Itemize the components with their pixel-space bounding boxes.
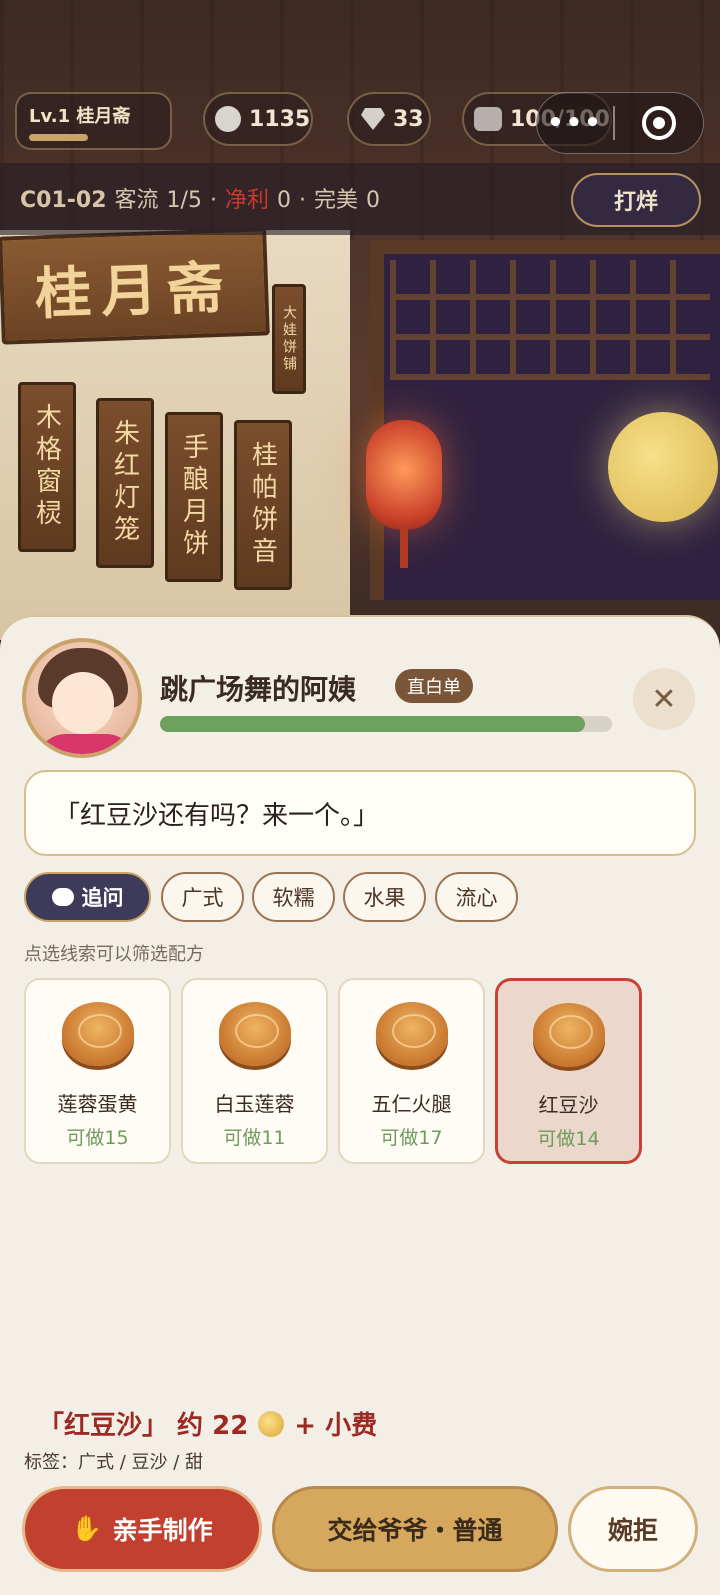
price-text: 「红豆沙」 约 22 [38,1411,249,1441]
patience-fill [160,716,585,732]
tip-text: + 小费 [294,1411,378,1441]
stage-code: C01-02 [20,188,107,213]
wall-plaque: 手酿月饼 [165,412,223,582]
miniprogram-capsule: ••• [536,92,704,154]
avatar-face [52,672,114,734]
recipe-card[interactable]: 五仁火腿 可做17 [338,978,485,1164]
shift-status: C01-02 客流 1/5 · 净利 0 · 完美 0 [20,182,380,214]
perfect-value: 0 [365,188,380,213]
coin-value: 1135 [249,106,311,132]
refuse-button[interactable]: 婉拒 [568,1486,698,1572]
customer-dialogue: 「红豆沙还有吗？来一个。」 [24,770,696,856]
profit-label: 净利 [224,188,269,213]
recipe-count: 可做17 [380,1127,443,1149]
customer-name: 跳广场舞的阿姨 [160,673,357,706]
wall-plaque: 木格窗棂 [18,382,76,552]
recipe-count: 可做15 [66,1127,129,1149]
order-price: 「红豆沙」 约 22 + 小费 [38,1405,377,1442]
moon [608,412,718,522]
coin-icon [215,106,241,132]
wall-plaque: 朱红灯笼 [96,398,154,568]
recipe-count: 可做11 [223,1127,286,1149]
wall-plaque: 桂帕饼音 [234,420,292,590]
give-to-grandpa-button[interactable]: 交给爷爷・普通 [272,1486,558,1572]
order-type-badge: 直白单 [395,669,473,703]
clue-chip[interactable]: 广式 [161,872,244,922]
mooncake-icon [532,1003,605,1067]
recipe-name: 白玉莲蓉 [214,1092,295,1116]
close-icon[interactable]: ✕ [633,668,695,730]
gold-coin-icon [258,1410,285,1437]
perfect-label: 完美 [313,188,358,213]
mooncake-icon [375,1002,448,1066]
recipe-name: 红豆沙 [538,1093,599,1117]
level-progress-bar [29,133,88,141]
close-shop-button[interactable]: 打烊 [571,173,701,227]
ask-button[interactable]: 追问 [24,872,151,922]
recipe-name: 莲蓉蛋黄 [57,1092,138,1116]
shop-signboard: 桂月斋 [0,227,270,345]
profit-value: 0 [276,188,291,213]
mooncake-icon [61,1002,134,1066]
ask-label: 追问 [81,886,124,910]
mooncake-icon [218,1002,291,1066]
customer-avatar [22,638,142,758]
chat-bubble-icon [51,888,74,906]
make-label: 亲手制作 [112,1516,213,1545]
order-tags: 标签：广式 / 豆沙 / 甜 [24,1452,204,1473]
gem-counter[interactable]: 33 [347,92,431,146]
clue-chip[interactable]: 流心 [435,872,518,922]
level-label: Lv.1 桂月斋 [29,105,131,127]
gem-icon [361,108,385,130]
customers-value: 1/5 [166,188,202,213]
make-by-hand-button[interactable]: ✋ 亲手制作 [22,1486,262,1572]
target-icon [642,106,676,140]
coin-counter[interactable]: 1135 [203,92,313,146]
recipe-card-selected[interactable]: 红豆沙 可做14 [495,978,642,1164]
dialogue-text: 「红豆沙还有吗？来一个。」 [54,800,380,831]
separator-dot: · [298,188,306,213]
clue-chip[interactable]: 软糯 [252,872,335,922]
recipe-card[interactable]: 莲蓉蛋黄 可做15 [24,978,171,1164]
separator-dot: · [209,188,217,213]
recipe-card[interactable]: 白玉莲蓉 可做11 [181,978,328,1164]
red-lantern [366,420,442,568]
more-dots-icon[interactable]: ••• [537,108,613,138]
hand-icon: ✋ [71,1514,103,1543]
small-plaque: 大娃饼铺 [272,284,306,394]
level-badge[interactable]: Lv.1 桂月斋 [15,92,172,150]
close-miniprogram-button[interactable] [615,106,703,140]
customers-label: 客流 [114,188,159,213]
clue-chip[interactable]: 水果 [343,872,426,922]
filter-hint: 点选线索可以筛选配方 [24,944,204,965]
recipe-count: 可做14 [537,1128,600,1150]
gem-value: 33 [393,106,424,132]
stamina-icon [474,107,502,131]
recipe-name: 五仁火腿 [371,1092,452,1116]
window-lattice [390,260,710,380]
patience-bar [160,716,612,732]
